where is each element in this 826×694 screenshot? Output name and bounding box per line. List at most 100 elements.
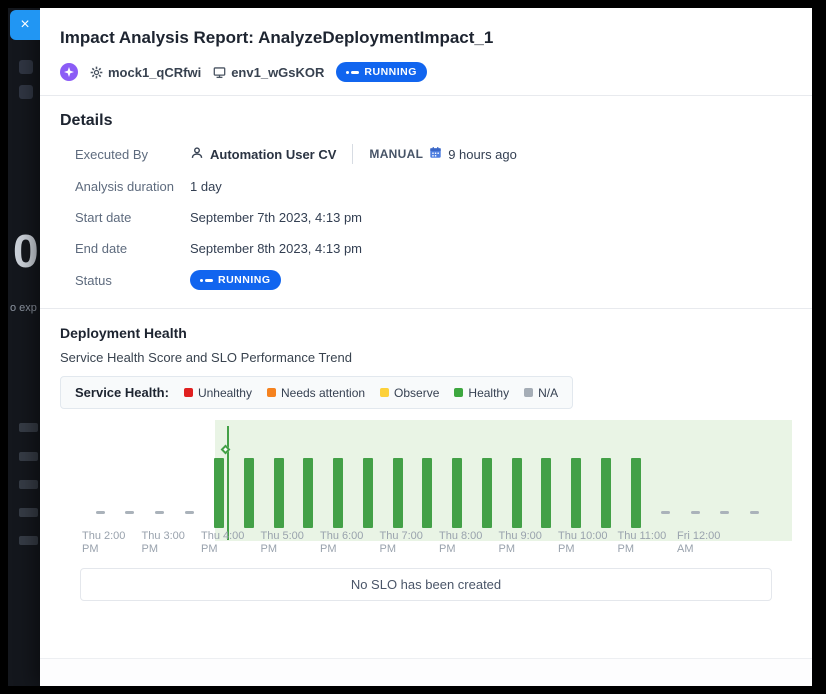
sparkle-icon: [64, 67, 74, 77]
na-marker: [691, 511, 700, 514]
background-icon: [19, 85, 33, 99]
environment[interactable]: env1_wGsKOR: [213, 65, 324, 80]
legend-item: N/A: [524, 386, 558, 400]
background-row-mark: [19, 480, 38, 489]
x-axis-tick: Thu 9:00PM: [499, 530, 542, 556]
impact-analysis-report-modal: Impact Analysis Report: AnalyzeDeploymen…: [40, 8, 812, 686]
x-axis-tick: Thu 11:00PM: [618, 530, 667, 556]
na-marker: [720, 511, 729, 514]
health-score-bar[interactable]: [512, 458, 522, 528]
legend-label: Unhealthy: [198, 386, 252, 400]
close-button[interactable]: ×: [10, 10, 40, 40]
health-score-bar[interactable]: [274, 458, 284, 528]
status-badge-label: RUNNING: [364, 66, 417, 78]
na-marker: [661, 511, 670, 514]
health-score-bar[interactable]: [601, 458, 611, 528]
x-axis-tick: Thu 5:00PM: [261, 530, 304, 556]
health-legend-items: UnhealthyNeeds attentionObserveHealthyN/…: [184, 386, 558, 400]
health-score-bar[interactable]: [244, 458, 254, 528]
detail-label: Status: [75, 273, 190, 288]
vertical-divider: [352, 144, 353, 164]
background-partial-text: o exp: [10, 302, 37, 314]
detail-label: Executed By: [75, 147, 190, 162]
monitored-service[interactable]: mock1_qCRfwi: [90, 65, 201, 80]
x-axis-tick: Thu 7:00PM: [380, 530, 423, 556]
na-marker: [185, 511, 194, 514]
environment-icon: [213, 66, 226, 79]
details-heading: Details: [60, 112, 792, 130]
status-badge: RUNNING: [190, 270, 281, 290]
deployment-health-heading: Deployment Health: [60, 325, 792, 341]
detail-row-start-date: Start date September 7th 2023, 4:13 pm: [75, 208, 792, 226]
detail-value: September 8th 2023, 4:13 pm: [190, 241, 362, 256]
service-health-legend: Service Health: Unhealthy Needs attention…: [60, 376, 573, 409]
detail-row-status: Status RUNNING: [75, 270, 792, 290]
background-row-mark: [19, 536, 38, 545]
detail-row-duration: Analysis duration 1 day: [75, 177, 792, 195]
health-score-bar[interactable]: [393, 458, 403, 528]
deployment-marker-line: [227, 426, 229, 540]
detail-label: Start date: [75, 210, 190, 225]
x-axis-tick: Fri 12:00AM: [677, 530, 720, 556]
status-badge-label: RUNNING: [218, 274, 271, 286]
legend-title: Service Health:: [75, 385, 169, 400]
x-axis-tick: Thu 10:00PM: [558, 530, 608, 556]
trigger-type-label: MANUAL: [369, 147, 423, 161]
deployment-health-section: Deployment Health Service Health Score a…: [40, 309, 812, 601]
background-row-mark: [19, 452, 38, 461]
meta-row: mock1_qCRfwi env1_wGsKOR RUNNING: [60, 62, 788, 82]
health-score-bar[interactable]: [214, 458, 224, 528]
detail-value: Automation User CV MANUAL 9 hours ago: [190, 144, 517, 164]
monitored-service-name: mock1_qCRfwi: [108, 65, 201, 80]
legend-swatch-icon: [524, 388, 533, 397]
deployment-health-subtitle: Service Health Score and SLO Performance…: [60, 350, 792, 365]
health-score-bar[interactable]: [571, 458, 581, 528]
health-score-bar[interactable]: [363, 458, 373, 528]
x-axis-tick: Thu 6:00PM: [320, 530, 363, 556]
user-icon: [190, 146, 204, 163]
na-marker: [96, 511, 105, 514]
x-axis-tick: Thu 8:00PM: [439, 530, 482, 556]
na-marker: [155, 511, 164, 514]
background-icon: [19, 60, 33, 74]
health-score-bar[interactable]: [452, 458, 462, 528]
na-marker: [750, 511, 759, 514]
background-row-mark: [19, 423, 38, 432]
detail-label: End date: [75, 241, 190, 256]
detail-row-end-date: End date September 8th 2023, 4:13 pm: [75, 239, 792, 257]
details-section: Details Executed By Automation User CV M…: [40, 96, 812, 309]
legend-swatch-icon: [454, 388, 463, 397]
modal-footer: [40, 658, 812, 686]
executed-by-user: Automation User CV: [210, 147, 336, 162]
x-axis-tick: Thu 2:00PM: [82, 530, 125, 556]
legend-item: Needs attention: [267, 386, 365, 400]
details-rows: Executed By Automation User CV MANUAL 9 …: [75, 144, 792, 290]
health-score-bar[interactable]: [422, 458, 432, 528]
legend-swatch-icon: [184, 388, 193, 397]
health-score-bar[interactable]: [541, 458, 551, 528]
calendar-icon: [429, 146, 442, 162]
health-score-bar[interactable]: [303, 458, 313, 528]
health-score-bar[interactable]: [482, 458, 492, 528]
x-axis-tick: Thu 4:00PM: [201, 530, 244, 556]
background-count: 0: [13, 224, 39, 278]
legend-label: Needs attention: [281, 386, 365, 400]
legend-swatch-icon: [267, 388, 276, 397]
legend-label: Observe: [394, 386, 439, 400]
modal-header: Impact Analysis Report: AnalyzeDeploymen…: [40, 8, 812, 96]
health-score-bar[interactable]: [631, 458, 641, 528]
legend-item: Observe: [380, 386, 439, 400]
detail-value: 1 day: [190, 179, 222, 194]
running-indicator-icon: [200, 279, 213, 282]
gear-icon: [90, 66, 103, 79]
environment-name: env1_wGsKOR: [231, 65, 324, 80]
service-avatar-icon: [60, 63, 78, 81]
health-score-bar[interactable]: [333, 458, 343, 528]
legend-item: Unhealthy: [184, 386, 252, 400]
status-badge: RUNNING: [336, 62, 427, 82]
analysis-window: [215, 420, 792, 541]
background-row-mark: [19, 508, 38, 517]
slo-empty-state: No SLO has been created: [80, 568, 772, 601]
health-score-chart: Thu 2:00PMThu 3:00PMThu 4:00PMThu 5:00PM…: [60, 420, 792, 558]
detail-label: Analysis duration: [75, 179, 190, 194]
